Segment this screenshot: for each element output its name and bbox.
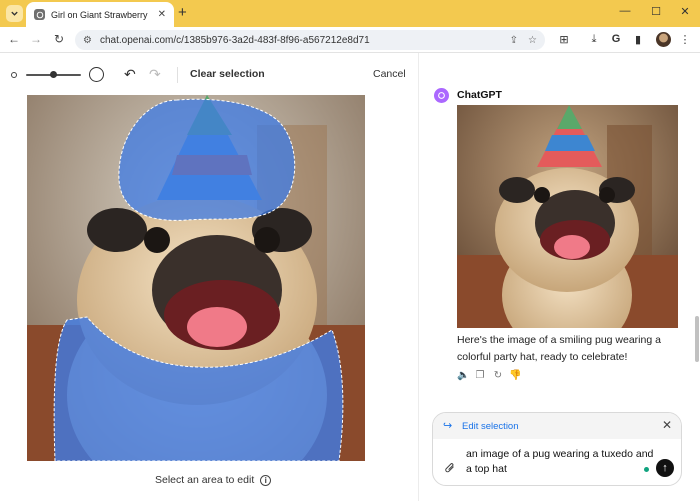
editable-image-canvas[interactable] [27, 95, 365, 461]
chat-scrollbar-thumb[interactable] [695, 316, 699, 362]
regenerate-icon[interactable]: ↻ [492, 370, 504, 381]
message-composer: ↪ Edit selection ✕ an image of a pug wea… [432, 412, 682, 486]
send-button[interactable]: ↑ [656, 459, 674, 477]
close-edit-selection-icon[interactable]: ✕ [662, 418, 672, 432]
redo-button[interactable]: ↷ [149, 66, 161, 83]
browser-menu-icon[interactable]: ⋮ [677, 33, 693, 46]
select-area-hint: Select an area to edit i [155, 474, 272, 486]
back-button[interactable]: ← [6, 32, 22, 46]
bookmark-star-icon[interactable]: ☆ [528, 35, 537, 46]
chevron-down-icon [11, 11, 18, 16]
status-dot [644, 467, 649, 472]
extensions-icon[interactable]: ⊞ [556, 33, 572, 46]
site-info-icon[interactable]: ⚙ [83, 35, 92, 46]
brush-large-icon [89, 67, 104, 82]
cancel-button[interactable]: Cancel [373, 68, 406, 80]
brush-small-icon [11, 72, 17, 78]
minimize-button[interactable]: — [617, 5, 633, 17]
forward-button[interactable]: → [28, 32, 44, 46]
download-icon[interactable]: ⤓ [586, 33, 602, 46]
new-tab-button[interactable]: + [178, 4, 187, 21]
tab-title: Girl on Giant Strawberry [51, 9, 148, 20]
openai-favicon-icon [34, 9, 45, 20]
edit-selection-label: Edit selection [462, 421, 519, 432]
close-window-button[interactable]: ✕ [677, 5, 693, 18]
profile-avatar[interactable] [656, 32, 671, 47]
url-text[interactable]: chat.openai.com/c/1385b976-3a2d-483f-8f9… [100, 35, 500, 46]
edit-selection-header: ↪ Edit selection ✕ [433, 413, 681, 439]
install-app-icon[interactable]: ⇪ [510, 35, 518, 46]
browser-titlebar: Girl on Giant Strawberry ✕ + — ☐ ✕ [0, 0, 700, 27]
assistant-name: ChatGPT [457, 89, 502, 101]
read-aloud-icon[interactable]: 🔈 [457, 370, 469, 381]
info-icon[interactable]: i [260, 474, 272, 486]
address-bar[interactable]: ⚙ chat.openai.com/c/1385b976-3a2d-483f-8… [75, 30, 545, 50]
chatgpt-logo-icon [434, 88, 449, 103]
maximize-button[interactable]: ☐ [648, 5, 664, 18]
tab-search-button[interactable] [6, 5, 23, 22]
copy-icon[interactable]: ❐ [474, 370, 486, 381]
clear-selection-button[interactable]: Clear selection [190, 68, 265, 80]
brush-size-slider-thumb[interactable] [50, 71, 57, 78]
browser-toolbar: ← → ↻ ⚙ chat.openai.com/c/1385b976-3a2d-… [0, 27, 700, 53]
reading-mode-icon[interactable]: ▮ [630, 33, 646, 46]
undo-button[interactable]: ↶ [124, 66, 136, 83]
image-editor-panel: ↶ ↷ Clear selection Cancel Select an are… [0, 53, 419, 501]
toolbar-divider [177, 67, 178, 83]
google-icon[interactable]: G [608, 33, 624, 45]
assistant-reply: Here's the image of a smiling pug wearin… [457, 334, 661, 363]
browser-tab[interactable]: Girl on Giant Strawberry ✕ [26, 2, 174, 27]
reload-button[interactable]: ↻ [51, 32, 67, 46]
edit-arrow-icon: ↪ [443, 420, 453, 432]
generated-image[interactable] [457, 105, 678, 328]
thumbs-down-icon[interactable]: 👎 [509, 370, 521, 381]
message-input[interactable]: an image of a pug wearing a tuxedo and a… [466, 447, 656, 477]
attach-icon[interactable] [439, 459, 458, 478]
tab-close-icon[interactable]: ✕ [158, 9, 166, 20]
select-area-hint-text: Select an area to edit [155, 474, 255, 486]
